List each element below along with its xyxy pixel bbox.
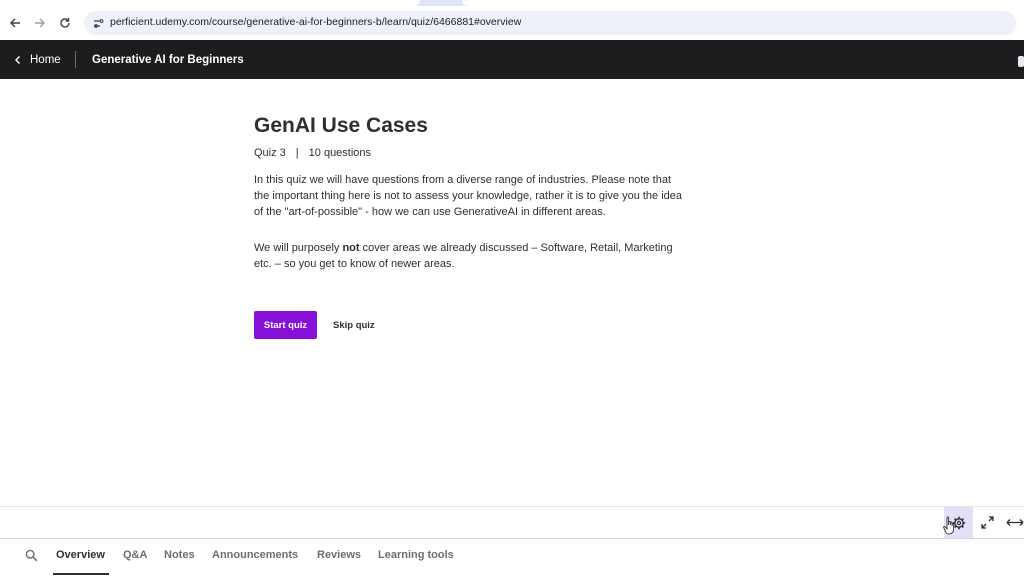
chevron-left-icon bbox=[15, 55, 20, 64]
browser-toolbar: perficient.udemy.com/course/generative-a… bbox=[0, 6, 1024, 40]
header-divider bbox=[75, 51, 76, 68]
tab-learning-tools[interactable]: Learning tools bbox=[378, 549, 454, 561]
player-controls bbox=[0, 507, 1024, 538]
quiz-meta: Quiz 3 | 10 questions bbox=[254, 147, 684, 159]
reload-icon[interactable] bbox=[56, 14, 74, 32]
quiz-actions: Start quiz Skip quiz bbox=[254, 311, 375, 339]
quiz-description: In this quiz we will have questions from… bbox=[254, 174, 683, 218]
start-quiz-button[interactable]: Start quiz bbox=[254, 311, 317, 339]
quiz-overview: GenAI Use Cases Quiz 3 | 10 questions In… bbox=[254, 112, 684, 272]
url-text[interactable]: perficient.udemy.com/course/generative-a… bbox=[110, 16, 521, 28]
course-title[interactable]: Generative AI for Beginners bbox=[92, 40, 244, 79]
scrollbar-thumb[interactable] bbox=[1018, 56, 1024, 67]
meta-separator: | bbox=[295, 147, 299, 159]
expand-width-icon[interactable] bbox=[1006, 515, 1024, 530]
quiz-note-start: We will purposely bbox=[254, 242, 343, 254]
tab-reviews[interactable]: Reviews bbox=[317, 549, 361, 561]
course-tabs: Overview Q&A Notes Announcements Reviews… bbox=[0, 539, 1024, 576]
search-icon[interactable] bbox=[25, 549, 39, 563]
active-tab-indicator bbox=[53, 573, 109, 575]
course-header: Home Generative AI for Beginners ★ bbox=[0, 40, 1024, 79]
skip-quiz-button[interactable]: Skip quiz bbox=[333, 320, 375, 331]
address-bar[interactable]: perficient.udemy.com/course/generative-a… bbox=[84, 11, 1016, 35]
back-arrow-icon[interactable] bbox=[6, 14, 24, 32]
tab-announcements[interactable]: Announcements bbox=[212, 549, 298, 561]
question-count: 10 questions bbox=[308, 147, 372, 159]
quiz-number: Quiz 3 bbox=[254, 147, 286, 159]
quiz-title: GenAI Use Cases bbox=[254, 114, 428, 137]
quiz-note-bold: not bbox=[342, 242, 360, 254]
tab-notes[interactable]: Notes bbox=[164, 549, 195, 561]
tab-qa[interactable]: Q&A bbox=[123, 549, 147, 561]
fullscreen-icon[interactable] bbox=[980, 515, 995, 530]
site-info-icon[interactable] bbox=[90, 15, 106, 31]
home-link[interactable]: Home bbox=[14, 40, 61, 79]
quiz-note: We will purposely not cover areas we alr… bbox=[254, 240, 684, 272]
forward-arrow-icon[interactable] bbox=[31, 14, 49, 32]
tab-overview[interactable]: Overview bbox=[56, 549, 105, 561]
home-label: Home bbox=[30, 53, 61, 66]
hand-cursor-icon bbox=[943, 516, 957, 536]
